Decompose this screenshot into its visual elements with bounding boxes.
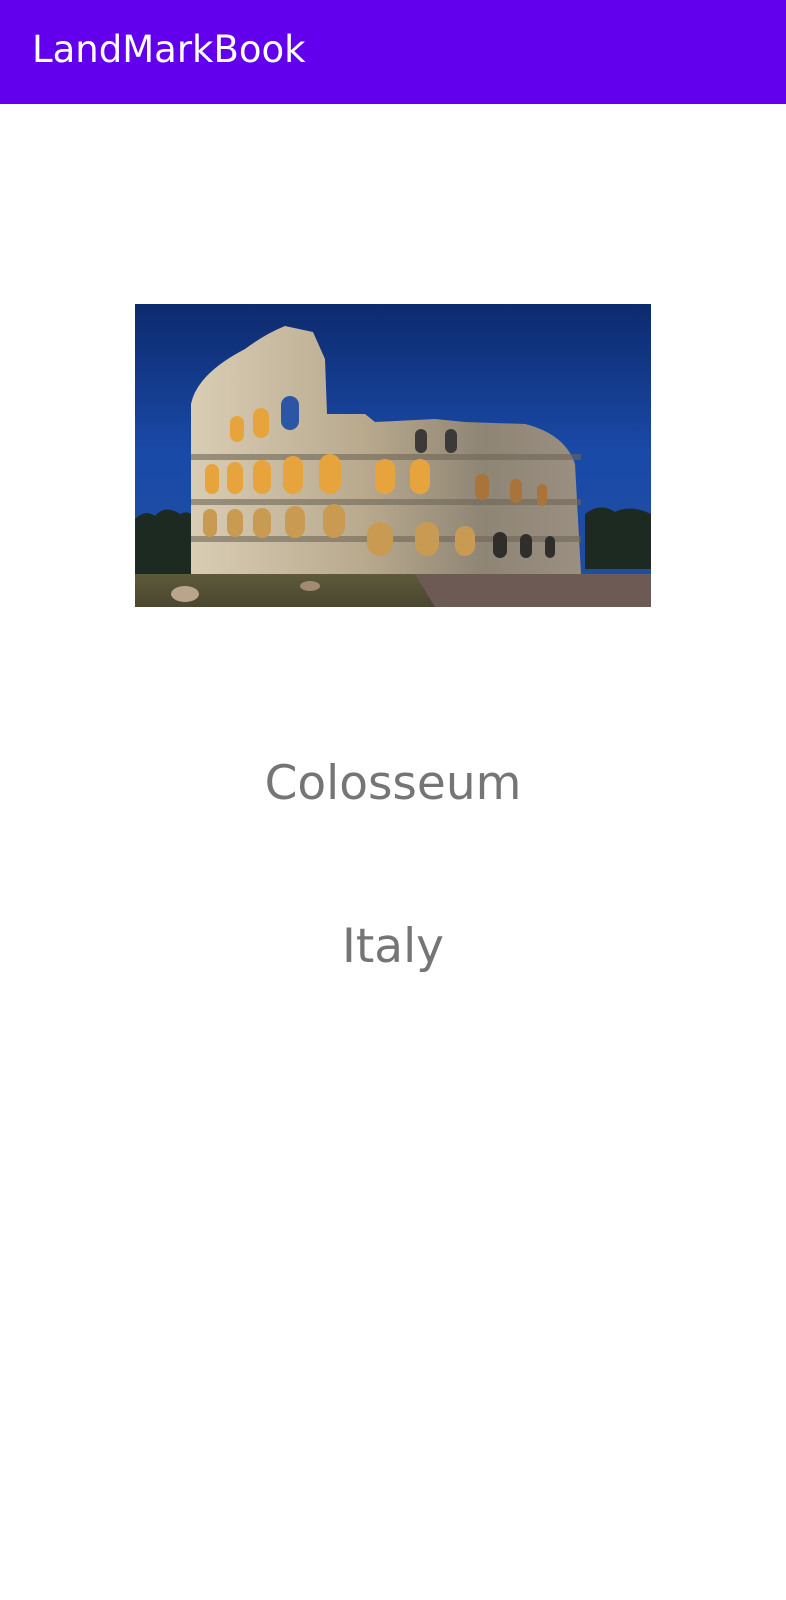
app-title: LandMarkBook xyxy=(32,28,306,71)
landmark-country: Italy xyxy=(342,919,444,974)
landmark-detail: Colosseum Italy xyxy=(0,104,786,1600)
app-bar: LandMarkBook xyxy=(0,0,786,104)
landmark-image xyxy=(135,304,651,607)
landmark-name: Colosseum xyxy=(264,756,522,811)
